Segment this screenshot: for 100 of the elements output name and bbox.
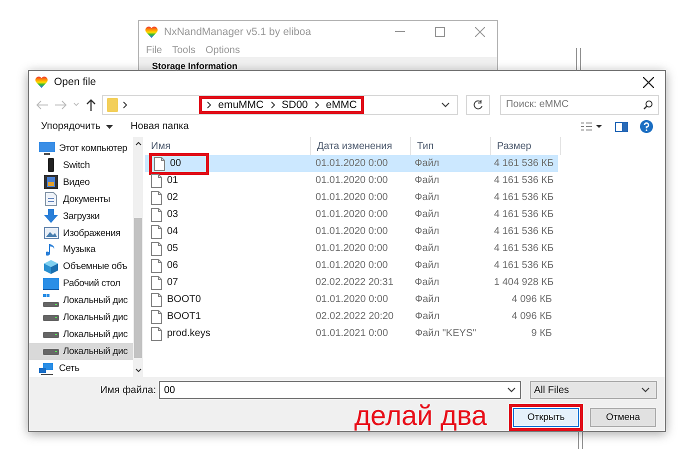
minimize-icon[interactable]: [395, 31, 405, 33]
file-icon: [151, 242, 162, 256]
nav-item[interactable]: Загрузки: [29, 208, 133, 225]
refresh-button[interactable]: [466, 94, 490, 115]
help-icon[interactable]: [640, 120, 653, 134]
address-bar[interactable]: emuMMC SD00 eMMC: [102, 94, 458, 115]
table-cell-text: 01.01.2020 0:00: [314, 243, 389, 254]
chevron-icon: [122, 100, 128, 109]
file-row[interactable]: 01 01.01.2020 0:00 Файл 4 161 536 КБ: [145, 172, 558, 189]
image-icon: [44, 227, 58, 240]
caret-icon: [106, 124, 113, 129]
desktop-icon: [43, 278, 59, 290]
table-cell-text: Файл: [414, 158, 440, 169]
file-row[interactable]: 05 01.01.2020 0:00 Файл 4 161 536 КБ: [145, 240, 558, 257]
up-arrow-icon[interactable]: [86, 98, 96, 111]
cancel-button[interactable]: Отмена: [590, 408, 656, 427]
nav-item[interactable]: Этот компьютер: [29, 140, 133, 157]
file-row[interactable]: 03 01.01.2020 0:00 Файл 4 161 536 КБ: [145, 206, 558, 223]
nav-item[interactable]: Изображения: [29, 224, 133, 242]
table-cell-text: Файл: [414, 209, 440, 220]
table-cell-text: Файл: [414, 311, 441, 322]
table-cell-text: 02.02.2022 20:31: [314, 277, 394, 288]
table-cell-text: Файл: [414, 260, 440, 271]
new-folder-button[interactable]: Новая папка: [130, 121, 189, 132]
file-icon: [151, 310, 162, 324]
table-cell-text: Файл: [414, 192, 440, 203]
nav-item[interactable]: Локальный дис: [29, 326, 133, 344]
scroll-up-icon[interactable]: [134, 141, 142, 146]
address-dropdown-icon[interactable]: [441, 102, 450, 108]
file-name: 01: [167, 175, 178, 186]
file-type-dropdown[interactable]: All Files: [530, 381, 657, 399]
table-cell-text: 01.01.2021 0:00: [314, 328, 390, 339]
file-row[interactable]: BOOT1 02.02.2022 20:20 Файл 4 096 КБ: [145, 308, 558, 325]
table-cell-text: 01.01.2020 0:00: [314, 192, 389, 203]
nav-item[interactable]: Локальный дис: [29, 292, 133, 310]
file-icon: [151, 292, 162, 306]
heart-icon: [35, 76, 48, 88]
table-cell-text: 4 161 536 КБ: [493, 192, 555, 203]
nav-item[interactable]: Локальный дис: [29, 309, 133, 326]
table-cell-text: 01.01.2020 0:00: [314, 209, 389, 220]
chevron-icon: [270, 100, 276, 109]
table-cell-text: 4 161 536 КБ: [493, 260, 555, 271]
maximize-icon[interactable]: [435, 27, 445, 37]
file-row[interactable]: prod.keys 01.01.2021 0:00 Файл "KEYS" 9 КБ: [145, 325, 558, 342]
scroll-down-icon[interactable]: [134, 368, 142, 373]
file-row[interactable]: 07 02.02.2022 20:31 Файл 1 404 928 КБ: [145, 274, 558, 291]
organize-button[interactable]: Упорядочить: [41, 121, 113, 132]
open-button[interactable]: Открыть: [513, 408, 579, 427]
nav-item[interactable]: Switch: [29, 156, 133, 174]
nav-item[interactable]: Локальный дис: [29, 343, 133, 360]
cube-icon: [44, 260, 58, 274]
refresh-icon: [472, 100, 483, 110]
preview-pane-icon[interactable]: [615, 122, 628, 132]
monitor-icon: [39, 142, 55, 155]
drive-icon: [43, 348, 59, 355]
table-cell-text: 01.01.2020 0:00: [314, 175, 389, 186]
nav-item[interactable]: Рабочий стол: [29, 275, 133, 292]
nav-item[interactable]: Сеть: [29, 360, 133, 377]
file-row[interactable]: BOOT0 01.01.2020 0:00 Файл 4 096 КБ: [145, 291, 558, 308]
section-title: Storage Information: [152, 61, 238, 71]
table-cell-text: 01.01.2020 0:00: [314, 226, 389, 237]
download-arrow-icon: [44, 209, 58, 224]
nav-item[interactable]: Музыка: [29, 242, 133, 258]
drive-icon: [43, 314, 59, 321]
close-icon[interactable]: [642, 76, 654, 88]
file-name-label: Имя файла:: [100, 384, 156, 396]
search-field[interactable]: Поиск: eMMC: [500, 94, 659, 115]
file-row[interactable]: 00 01.01.2020 0:00 Файл 4 161 536 КБ: [145, 155, 558, 172]
table-cell-text: 1 404 928 КБ: [493, 277, 555, 288]
file-name-field[interactable]: 00: [159, 381, 521, 399]
breadcrumb[interactable]: emuMMC: [218, 98, 264, 111]
folder-icon: [107, 98, 118, 112]
table-cell-text: 4 161 536 КБ: [493, 209, 555, 220]
table-cell-text: Файл: [414, 175, 440, 186]
table-cell-text: 01.01.2020 0:00: [314, 158, 389, 169]
file-name: 05: [167, 243, 178, 254]
table-cell-text: 4 161 536 КБ: [493, 226, 555, 237]
table-cell-text: 9 КБ: [530, 328, 553, 339]
table-cell-text: 4 096 КБ: [510, 311, 553, 322]
chevron-icon: [206, 100, 212, 109]
document-icon: [45, 192, 57, 206]
nav-item[interactable]: Документы: [29, 190, 133, 208]
film-icon: [44, 175, 58, 190]
nav-item[interactable]: Видео: [29, 174, 133, 191]
table-cell-text: Файл: [414, 243, 440, 254]
table-cell-text: Файл: [414, 277, 440, 288]
view-options-icon[interactable]: [581, 122, 603, 132]
table-cell-text: 4 096 КБ: [510, 294, 553, 305]
scrollbar[interactable]: [133, 137, 143, 377]
file-icon: [151, 258, 162, 272]
file-row[interactable]: 02 01.01.2020 0:00 Файл 4 161 536 КБ: [145, 189, 558, 206]
breadcrumb[interactable]: eMMC: [326, 98, 357, 111]
file-icon: [151, 224, 162, 238]
breadcrumb[interactable]: SD00: [282, 98, 308, 111]
nav-item[interactable]: Объемные объ: [29, 258, 133, 276]
file-row[interactable]: 06 01.01.2020 0:00 Файл 4 161 536 КБ: [145, 257, 558, 274]
file-row[interactable]: 04 01.01.2020 0:00 Файл 4 161 536 КБ: [145, 223, 558, 240]
chevron-icon: [314, 100, 320, 109]
table-cell-text: Файл: [414, 226, 440, 237]
music-note-icon: [46, 242, 56, 257]
